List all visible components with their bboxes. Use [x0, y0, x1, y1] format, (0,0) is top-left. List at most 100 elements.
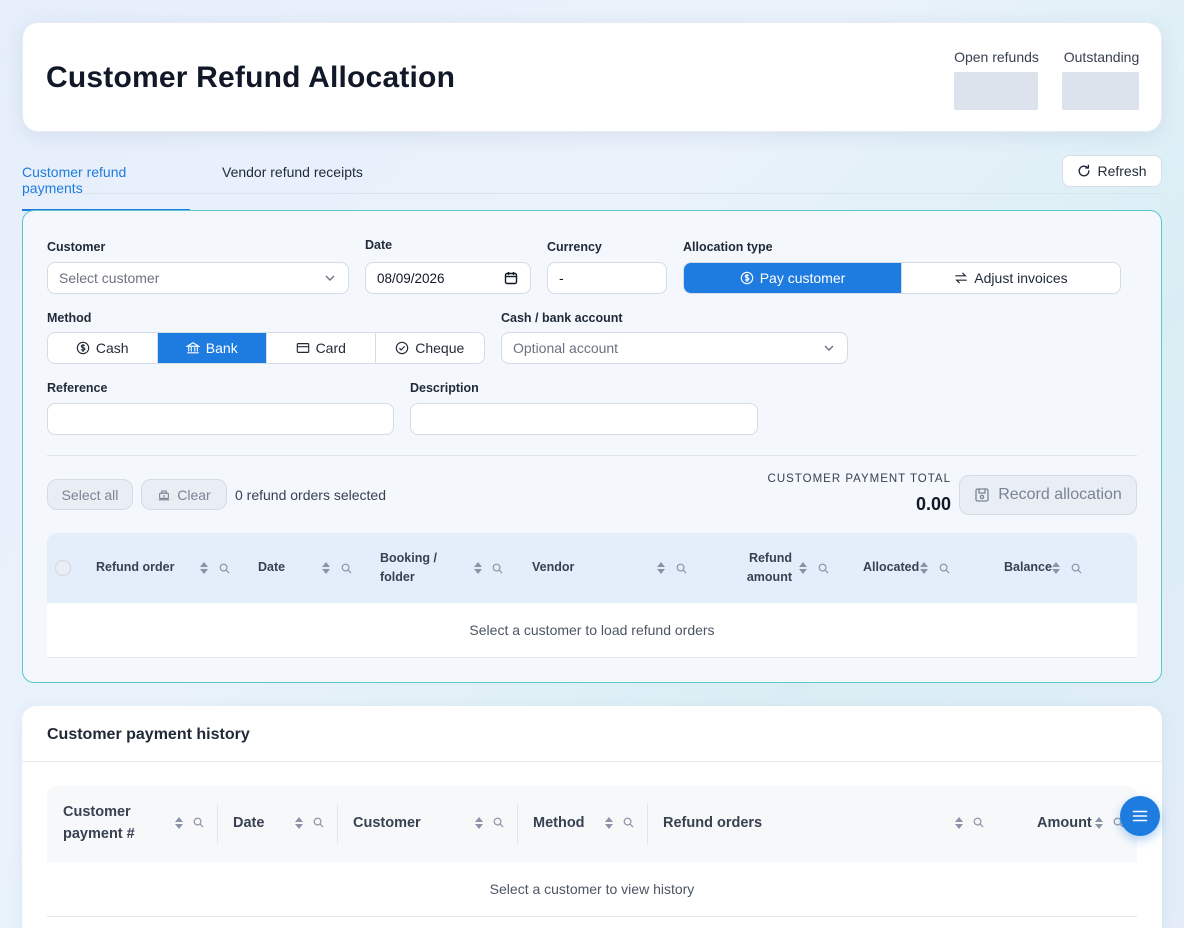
col-date[interactable]: Date	[258, 558, 285, 577]
tab-customer-refund-payments[interactable]: Customer refund payments	[22, 164, 190, 211]
col-history-refund-orders[interactable]: Refund orders	[663, 812, 762, 834]
sort-icon[interactable]	[604, 815, 614, 831]
sort-icon[interactable]	[474, 815, 484, 831]
search-icon[interactable]	[623, 817, 634, 828]
currency-input[interactable]: -	[547, 262, 667, 294]
col-history-customer[interactable]: Customer	[353, 812, 421, 834]
record-allocation-button[interactable]: Record allocation	[959, 475, 1137, 515]
swap-arrows-icon	[955, 272, 968, 284]
refresh-icon	[1079, 164, 1090, 177]
chevron-down-icon	[325, 275, 335, 281]
outstanding-value-placeholder	[1062, 72, 1139, 110]
search-icon[interactable]	[193, 817, 204, 828]
refund-orders-header: Refund order Date Booking / folder Vendo…	[47, 533, 1137, 603]
allocation-adjust-invoices[interactable]: Adjust invoices	[902, 263, 1120, 293]
sort-icon[interactable]	[919, 560, 929, 576]
date-value: 08/09/2026	[377, 270, 445, 286]
selection-action-bar: Select all Clear 0 refund orders selecte…	[47, 455, 1137, 533]
clear-label: Clear	[177, 486, 211, 503]
sort-icon[interactable]	[656, 560, 666, 576]
reference-input[interactable]	[47, 403, 394, 435]
check-circle-icon	[395, 341, 409, 355]
sort-icon[interactable]	[294, 815, 304, 831]
search-icon[interactable]	[818, 563, 829, 574]
credit-card-icon	[296, 343, 309, 353]
method-cheque[interactable]: Cheque	[376, 333, 485, 363]
search-icon[interactable]	[492, 563, 503, 574]
method-card-label: Card	[315, 340, 346, 356]
page-title: Customer Refund Allocation	[46, 61, 456, 94]
sort-icon[interactable]	[199, 560, 209, 576]
open-refunds-value-placeholder	[954, 72, 1038, 110]
column-divider	[647, 804, 648, 844]
payment-history-table: Customer payment # Date Customer Method …	[47, 786, 1137, 917]
dollar-circle-icon	[740, 271, 753, 285]
divider	[22, 761, 1162, 762]
search-icon[interactable]	[313, 817, 324, 828]
payment-total-value: 0.00	[915, 494, 951, 514]
payment-history-empty-state: Select a customer to view history	[47, 862, 1137, 917]
allocation-pay-customer[interactable]: Pay customer	[684, 263, 902, 293]
customer-select[interactable]: Select customer	[47, 262, 349, 294]
sort-icon[interactable]	[321, 560, 331, 576]
description-input[interactable]	[410, 403, 758, 435]
col-history-amount[interactable]: Amount	[1037, 812, 1092, 834]
allocation-type-label: Allocation type	[683, 240, 773, 254]
sort-icon[interactable]	[1094, 815, 1104, 831]
date-input[interactable]: 08/09/2026	[365, 262, 531, 294]
search-icon[interactable]	[676, 563, 687, 574]
col-booking-folder[interactable]: Booking / folder	[380, 549, 460, 587]
outstanding-label: Outstanding	[1063, 49, 1140, 65]
search-icon[interactable]	[493, 817, 504, 828]
search-icon[interactable]	[973, 817, 984, 828]
search-icon[interactable]	[939, 563, 950, 574]
allocation-form: Customer Select customer Date 08/09/2026…	[22, 210, 1162, 683]
method-cheque-label: Cheque	[415, 340, 465, 356]
clear-button[interactable]: Clear	[141, 479, 227, 510]
method-toggle: Cash Bank Card Cheque	[47, 332, 485, 364]
payment-history-title: Customer payment history	[47, 726, 250, 743]
select-all-button[interactable]: Select all	[47, 479, 133, 510]
menu-icon	[1132, 810, 1148, 822]
open-refunds-label: Open refunds	[954, 49, 1039, 65]
method-label: Method	[47, 311, 92, 325]
col-balance[interactable]: Balance	[1004, 558, 1052, 577]
refresh-button[interactable]: Refresh	[1062, 155, 1162, 187]
floating-menu-button[interactable]	[1120, 796, 1160, 836]
col-allocated[interactable]: Allocated	[863, 558, 919, 577]
method-card[interactable]: Card	[267, 333, 376, 363]
eraser-icon	[159, 489, 170, 500]
reference-label: Reference	[47, 381, 108, 395]
sort-icon[interactable]	[174, 815, 184, 831]
outstanding-stat: Outstanding	[1062, 49, 1141, 110]
open-refunds-stat: Open refunds	[954, 49, 1039, 110]
tab-bar: Customer refund payments Vendor refund r…	[22, 155, 1162, 211]
col-refund-amount[interactable]: Refund amount	[742, 549, 792, 587]
account-select[interactable]: Optional account	[501, 332, 848, 364]
refresh-label: Refresh	[1097, 163, 1147, 179]
sort-icon[interactable]	[798, 560, 808, 576]
col-vendor[interactable]: Vendor	[532, 558, 574, 577]
date-label: Date	[365, 238, 393, 252]
method-bank[interactable]: Bank	[157, 333, 267, 363]
sort-icon[interactable]	[954, 815, 964, 831]
customer-label: Customer	[47, 240, 106, 254]
col-history-method[interactable]: Method	[533, 812, 585, 834]
col-refund-order[interactable]: Refund order	[96, 558, 174, 577]
search-icon[interactable]	[341, 563, 352, 574]
method-bank-label: Bank	[205, 340, 238, 356]
search-icon[interactable]	[219, 563, 230, 574]
record-allocation-label: Record allocation	[998, 486, 1122, 503]
tab-vendor-refund-receipts[interactable]: Vendor refund receipts	[222, 164, 363, 193]
save-icon	[975, 488, 989, 502]
customer-placeholder: Select customer	[59, 270, 160, 286]
method-cash[interactable]: Cash	[48, 333, 158, 363]
bank-icon	[185, 342, 200, 354]
calendar-icon[interactable]	[504, 271, 518, 285]
search-icon[interactable]	[1071, 563, 1082, 574]
col-history-date[interactable]: Date	[233, 812, 264, 834]
sort-icon[interactable]	[473, 560, 483, 576]
sort-icon[interactable]	[1051, 560, 1061, 576]
col-customer-payment-number[interactable]: Customer payment #	[63, 801, 153, 845]
select-all-checkbox[interactable]	[55, 560, 71, 576]
